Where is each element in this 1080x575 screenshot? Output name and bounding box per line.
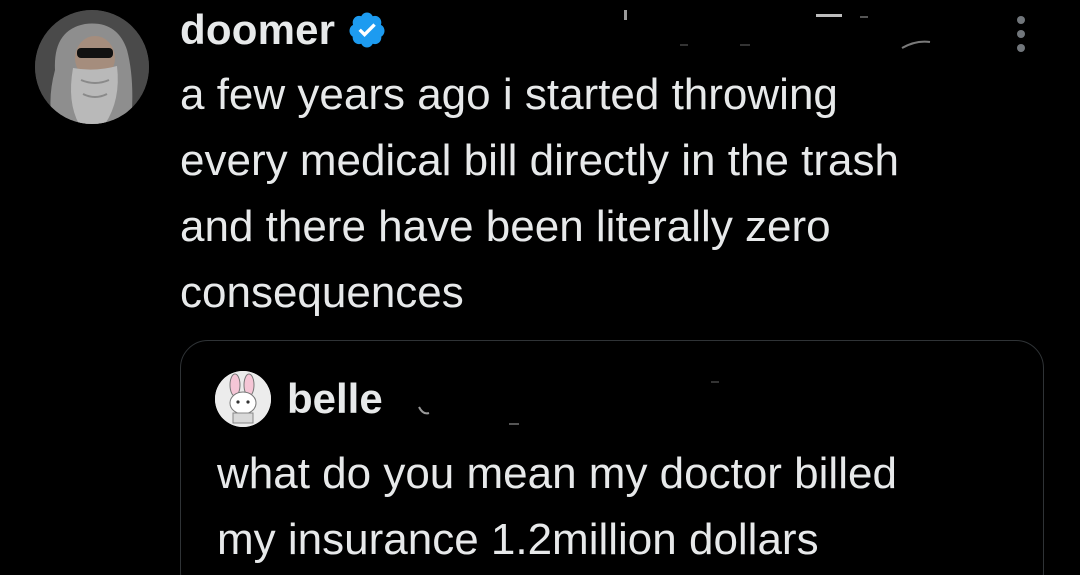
quote-author-display-name[interactable]: belle — [287, 373, 383, 425]
cartoon-bunny-avatar-icon — [215, 371, 271, 427]
tweet-text: a few years ago i started throwing every… — [180, 70, 899, 317]
author-avatar[interactable] — [35, 10, 149, 124]
redacted-handle — [624, 10, 931, 49]
quote-text: what do you mean my doctor billed my ins… — [217, 449, 897, 564]
author-display-name[interactable]: doomer — [180, 6, 335, 54]
verified-badge-icon — [347, 10, 387, 50]
quoted-tweet-card[interactable]: belle what do you mean my doctor billed … — [180, 340, 1044, 575]
redacted-quote-handle — [418, 381, 719, 425]
more-vertical-icon[interactable] — [1012, 14, 1030, 54]
tweet-header: doomer — [180, 2, 387, 58]
bearded-man-avatar-icon — [35, 10, 149, 124]
tweet[interactable]: doomer a few years ago i started throwin… — [0, 0, 1080, 575]
quote-author-avatar[interactable] — [215, 371, 271, 427]
